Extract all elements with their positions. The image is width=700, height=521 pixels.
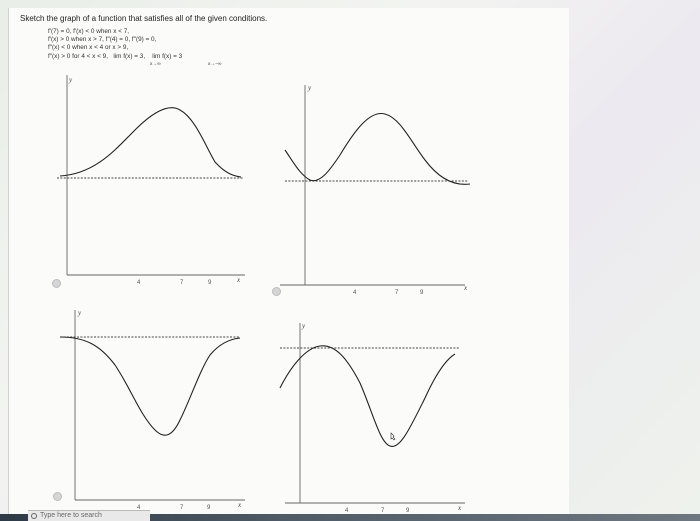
condition-concavity: f″(x) > 0 for 4 < x < 9, [48,53,108,60]
radio-option-b[interactable] [272,287,281,296]
taskbar-search[interactable]: Type here to search [28,510,150,521]
question-prompt: Sketch the graph of a function that sati… [20,14,268,23]
limit-sub-neg: x→−∞ [208,62,222,67]
y-axis-label: y [301,322,306,330]
y-axis-label: y [68,76,73,84]
condition-line-4: f″(x) > 0 for 4 < x < 9, lim f(x) = 3, l… [48,53,182,60]
radio-option-c[interactable] [53,492,62,501]
x-axis-label: x [236,276,241,284]
mouse-cursor-icon [390,432,396,441]
condition-limit-pos: lim f(x) = 3, [113,53,146,60]
search-placeholder: Type here to search [40,512,102,519]
condition-line-3: f″(x) < 0 when x < 4 or x > 9, [48,44,129,51]
condition-limit-neg: lim f(x) = 3 [152,53,183,60]
graph-option-b: y x 4 7 9 [280,84,471,296]
tick-9: 9 [207,505,211,511]
x-axis-label: x [237,501,242,509]
tick-7: 7 [180,505,184,511]
graph-option-d: y x 4 7 9 [279,322,465,514]
x-axis-label: x [463,284,468,292]
curve-a [59,107,242,178]
curve-d [279,345,456,447]
curve-b [284,112,471,185]
condition-line-1: f′(7) = 0, f′(x) < 0 when x < 7, [48,28,130,35]
condition-line-2: f′(x) > 0 when x > 7, f″(4) = 0, f″(9) =… [48,36,157,43]
y-axis-label: y [77,309,82,317]
graph-option-a: y x 4 7 9 [57,75,245,286]
curve-c [59,336,241,436]
y-axis-label: y [307,84,312,92]
graph-option-c: y x 4 7 9 [59,309,245,511]
search-icon [31,513,37,519]
x-axis-label: x [457,504,462,512]
limit-sub-pos: x→∞ [150,62,161,67]
radio-option-a[interactable] [52,279,61,288]
